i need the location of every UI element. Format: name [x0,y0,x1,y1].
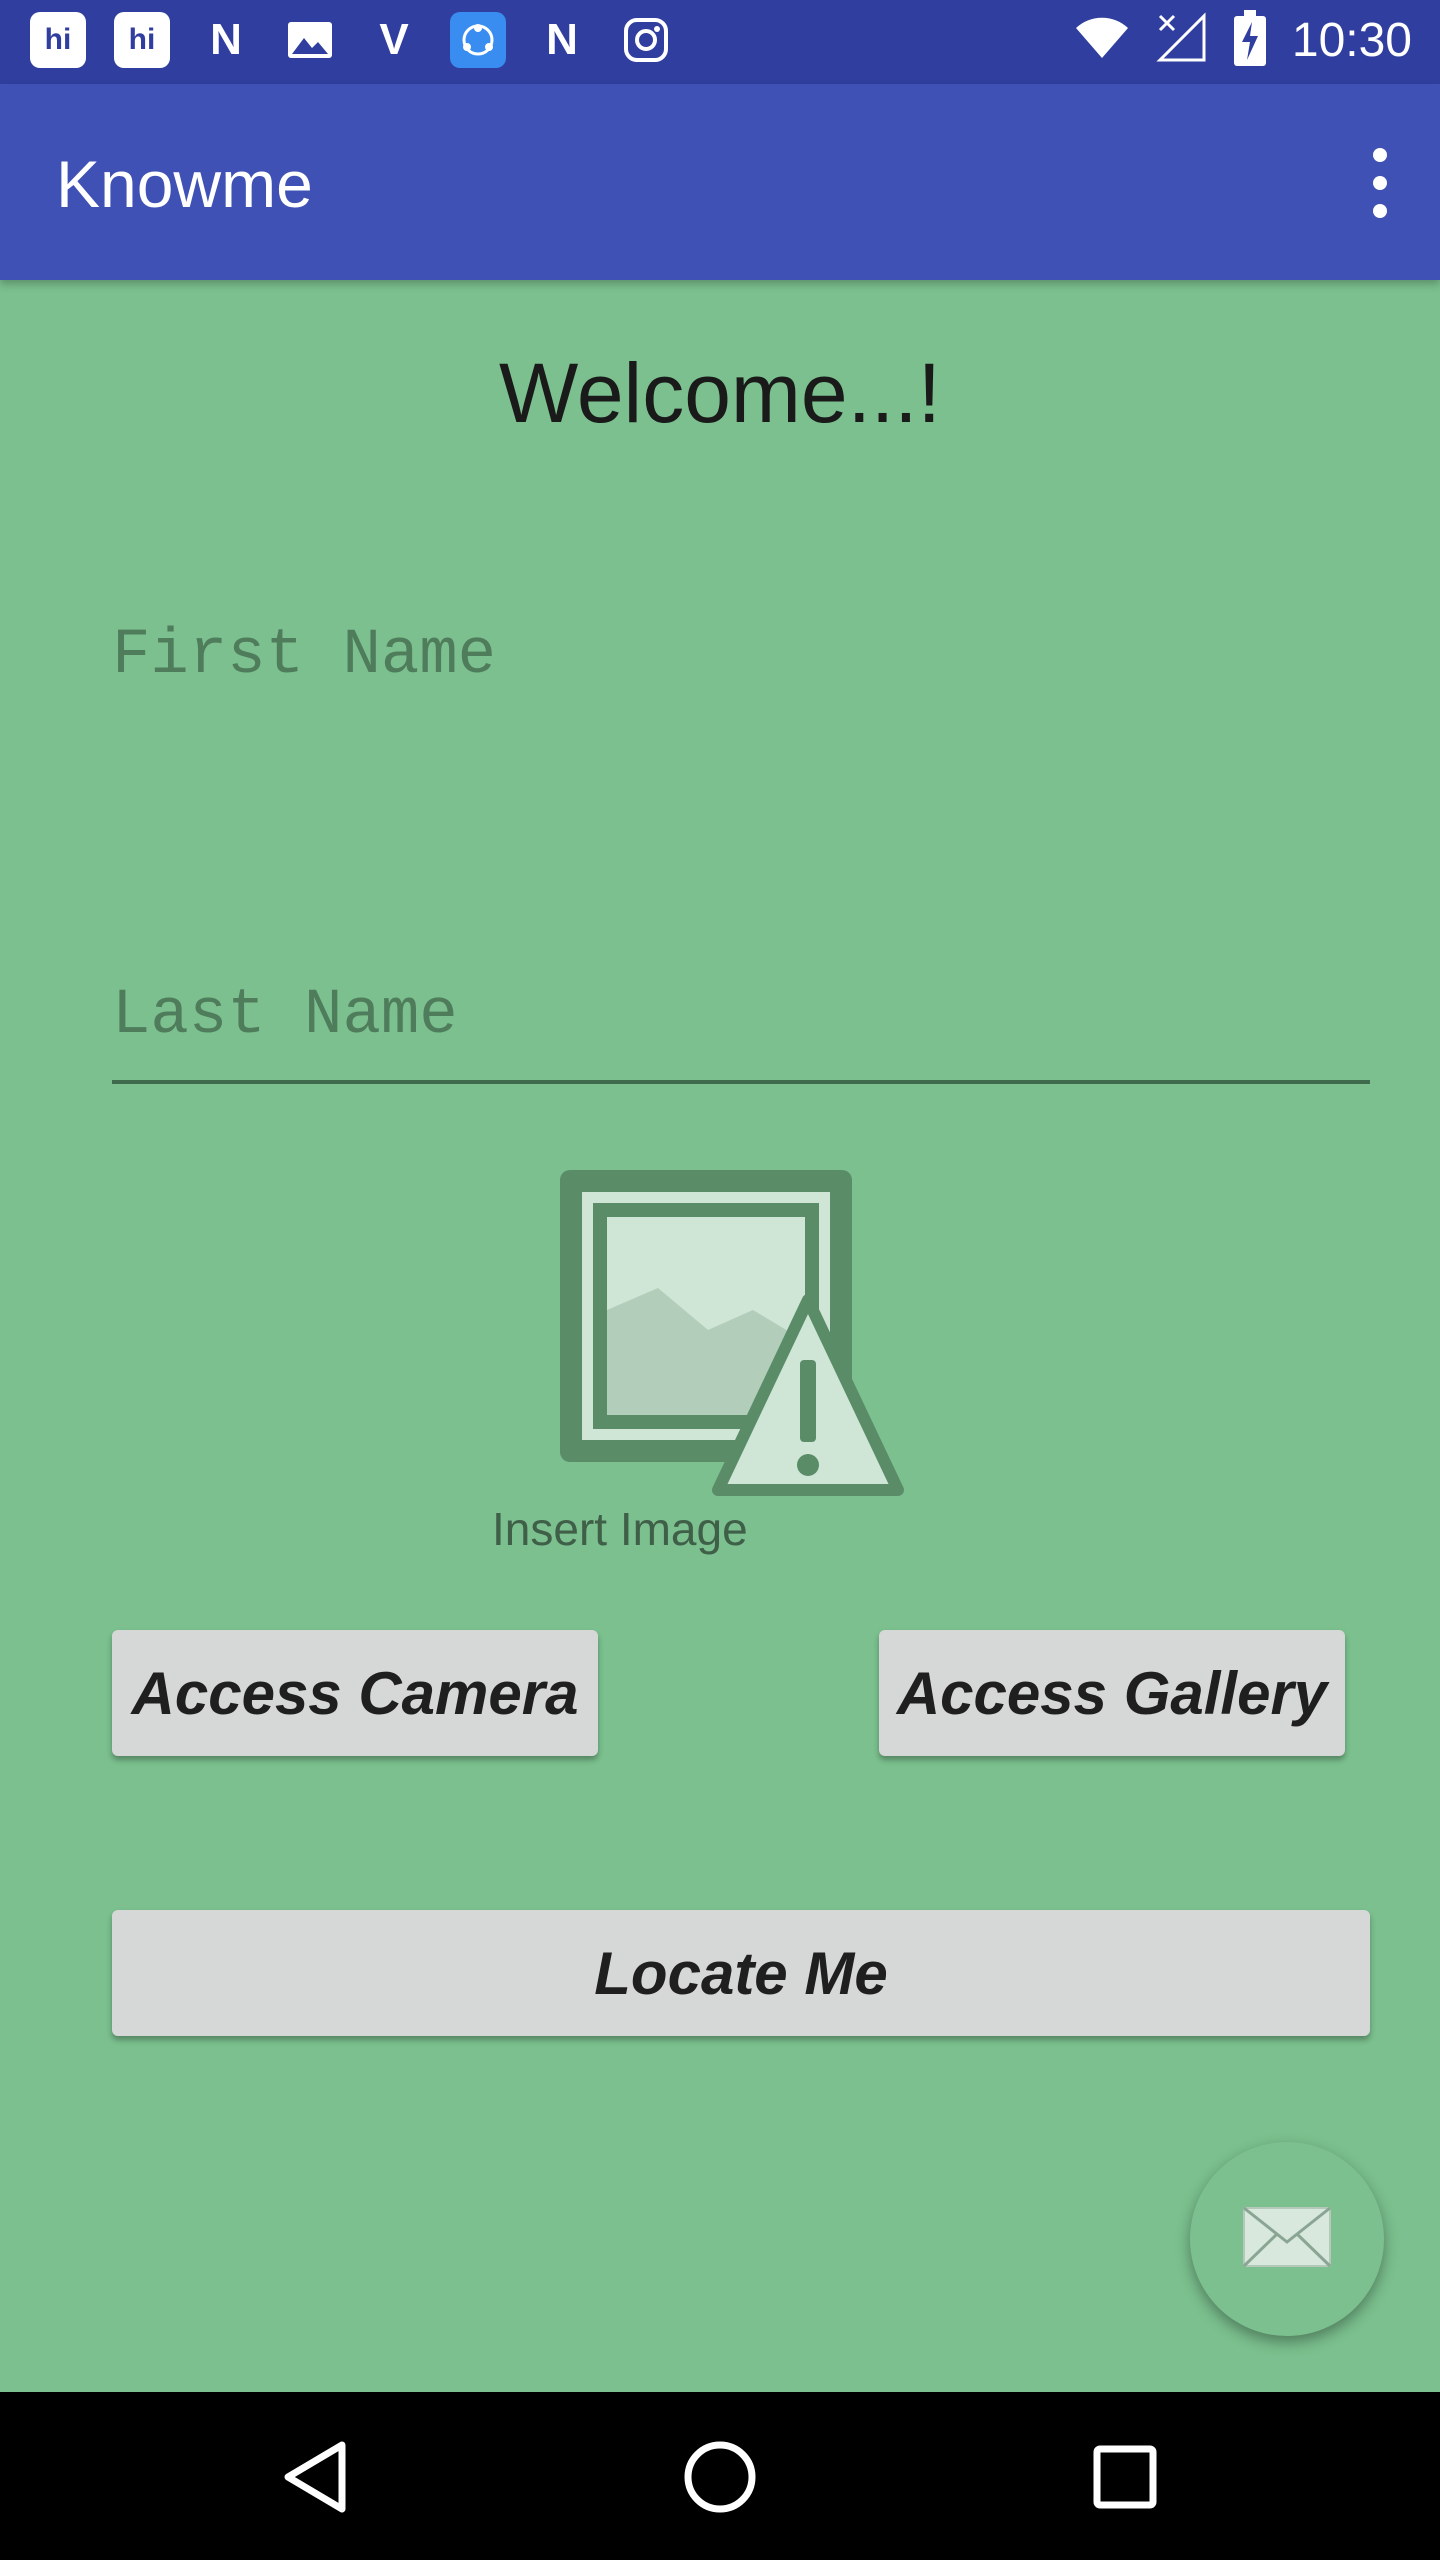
clock: 10:30 [1291,14,1412,67]
mail-icon [1242,2206,1332,2273]
home-button[interactable] [675,2432,765,2522]
n-app-icon: N [546,15,578,64]
recents-button[interactable] [1080,2432,1170,2522]
n-app-icon: N [210,15,242,64]
status-bar: hi hi N V N 10:30 [0,0,1440,84]
broken-image-icon[interactable] [548,1160,928,1510]
last-name-input[interactable] [112,980,1370,1052]
app-bar: Knowme [0,84,1440,280]
image-notification-icon [282,12,338,68]
access-camera-button[interactable]: Access Camera [112,1630,598,1756]
welcome-heading: Welcome...! [499,346,941,440]
first-name-field[interactable] [112,620,1370,720]
no-signal-icon [1156,12,1208,69]
first-name-input[interactable] [112,620,1370,692]
more-vert-icon[interactable] [1360,148,1400,218]
hi-app-icon: hi [114,12,170,68]
last-name-field[interactable] [112,980,1370,1084]
notification-icons: hi hi N V N [30,12,674,68]
instagram-icon [618,12,674,68]
v-app-icon: V [379,15,409,64]
back-button[interactable] [270,2432,360,2522]
hi-app-icon: hi [30,12,86,68]
wifi-icon [1074,16,1130,65]
mail-fab-button[interactable] [1190,2142,1384,2336]
insert-image-label: Insert Image [492,1503,748,1555]
app-title: Knowme [56,147,313,221]
navigation-bar [0,2392,1440,2560]
access-gallery-button[interactable]: Access Gallery [879,1630,1345,1756]
system-status: 10:30 [1074,10,1412,71]
share-app-icon [450,12,506,68]
locate-me-button[interactable]: Locate Me [112,1910,1370,2036]
battery-charging-icon [1233,10,1266,71]
